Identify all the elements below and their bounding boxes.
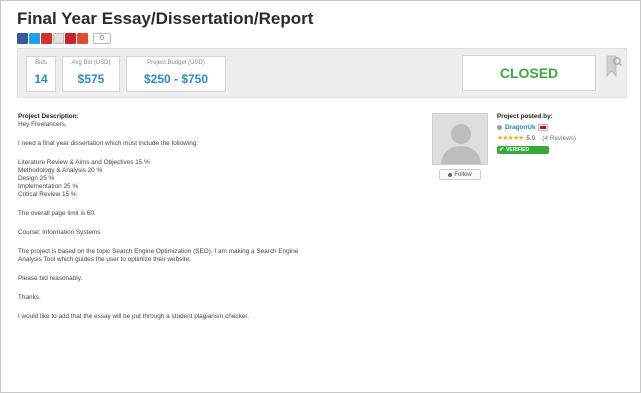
budget-value: $250 - $750	[143, 72, 209, 86]
requirement-item: Literature Review & Aims and Objectives …	[18, 159, 150, 166]
budget-label: Project Budget (USD)	[147, 60, 205, 66]
follow-label: Follow	[454, 171, 472, 178]
checkmark-icon: ✔	[499, 147, 505, 153]
project-title: Final Year Essay/Dissertation/Report	[17, 9, 314, 28]
twitter-icon[interactable]	[29, 32, 40, 44]
addendum-text: I would like to add that the essay will …	[18, 313, 249, 320]
requirement-item: Implementation 25 %	[18, 183, 79, 190]
poster-name-link[interactable]: DragonUk	[505, 124, 536, 131]
project-stats-bar: Bids 14 Avg Bid (USD) $575 Project Budge…	[17, 48, 627, 98]
facebook-icon[interactable]	[17, 32, 28, 44]
bids-label: Bids	[35, 60, 47, 66]
description-intro: I need a final year dissertation which m…	[18, 140, 199, 147]
verified-label: VERIFIED	[506, 147, 530, 153]
avg-bid-stat: Avg Bid (USD) $575	[62, 56, 120, 92]
user-silhouette-icon	[433, 114, 487, 164]
uk-flag-icon	[537, 124, 548, 131]
bids-stat: Bids 14	[26, 56, 56, 92]
google-plus-icon[interactable]	[77, 32, 88, 44]
bids-value: 14	[34, 72, 48, 86]
print-icon[interactable]	[53, 32, 64, 44]
requirement-item: Design 25 %	[18, 175, 55, 182]
share-bar: 0	[17, 32, 111, 44]
follow-icon	[448, 172, 453, 177]
project-description: Project Description: Hey Freelancers, I …	[18, 113, 413, 321]
requirement-item: Methodology & Analysis 20 %	[18, 167, 103, 174]
avg-bid-value: $575	[77, 72, 105, 86]
topic-text-line2: Analysis Tool which guides the user to o…	[18, 256, 191, 263]
bid-note-text: Please bid reasonably.	[18, 275, 83, 282]
verified-badge: ✔ VERIFIED	[497, 146, 549, 154]
rating-stars-icon: ★★★★★	[497, 135, 524, 142]
poster-name-row: DragonUk	[497, 124, 548, 131]
rating-row: ★★★★★ 5.0 (4 Reviews)	[497, 134, 576, 143]
course-text: Course: Information Systems	[18, 229, 101, 236]
topic-text-line1: The project is based on the topic Search…	[18, 248, 299, 255]
pinterest-icon[interactable]	[65, 32, 76, 44]
follow-button[interactable]: Follow	[439, 169, 481, 180]
reviews-link[interactable]: (4 Reviews)	[542, 135, 576, 142]
poster-heading: Project posted by:	[497, 113, 553, 120]
avg-bid-label: Avg Bid (USD)	[71, 60, 111, 66]
share-count: 0	[93, 32, 111, 44]
page-limit-text: The overall page limit is 60.	[18, 210, 96, 217]
project-page: Final Year Essay/Dissertation/Report 0 B…	[0, 0, 641, 393]
gmail-icon[interactable]	[41, 32, 52, 44]
status-badge: CLOSED	[462, 55, 596, 91]
requirement-item: Critical Review 15 %	[18, 191, 77, 198]
poster-info: Project posted by: DragonUk ★★★★★ 5.0 (4…	[497, 113, 627, 154]
rating-value: 5.0	[526, 134, 536, 142]
bookmark-pin-icon[interactable]	[604, 54, 622, 80]
description-greeting: Hey Freelancers,	[18, 121, 67, 128]
online-status-icon	[497, 125, 502, 130]
description-heading: Project Description:	[18, 113, 79, 120]
avatar[interactable]	[432, 113, 488, 165]
budget-stat: Project Budget (USD) $250 - $750	[126, 56, 226, 92]
thanks-text: Thanks.	[18, 294, 41, 301]
